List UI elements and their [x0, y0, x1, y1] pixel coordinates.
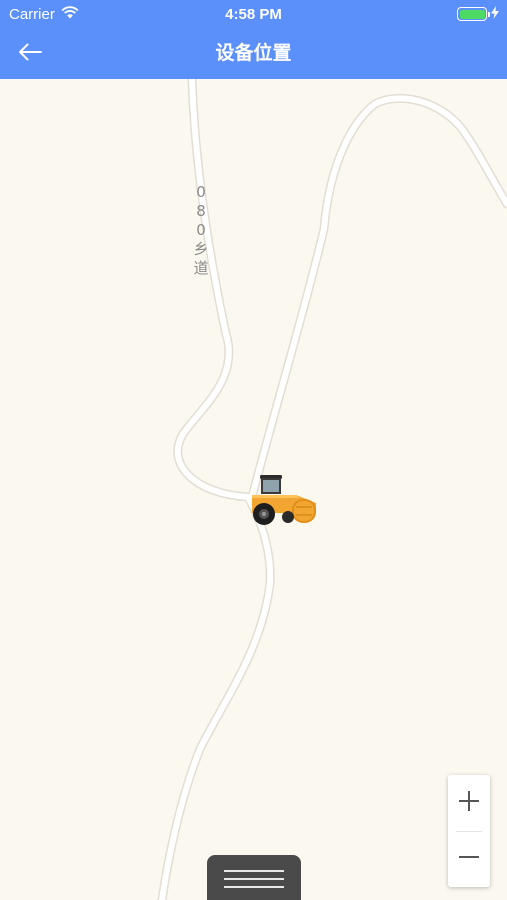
- plus-icon: [458, 790, 480, 817]
- minus-icon: [458, 846, 480, 873]
- road-label-char: 乡: [193, 240, 209, 258]
- battery-level: [459, 9, 485, 19]
- zoom-control: [448, 775, 490, 887]
- wifi-icon: [61, 5, 79, 23]
- road-label-char: 道: [193, 259, 209, 277]
- zoom-in-button[interactable]: [448, 775, 490, 831]
- zoom-out-button[interactable]: [448, 831, 490, 887]
- road-label: 0 8 0 乡 道: [191, 183, 211, 278]
- road-north: [247, 93, 507, 502]
- road-label-char: 0: [196, 221, 206, 239]
- status-bar: Carrier 4:58 PM: [0, 0, 507, 28]
- charging-bolt-icon: [491, 5, 499, 23]
- menu-line: [224, 869, 284, 872]
- status-left: Carrier: [9, 6, 79, 23]
- status-right: [457, 5, 499, 23]
- page-title: 设备位置: [215, 42, 292, 64]
- road-label-char: 8: [196, 202, 206, 220]
- menu-line: [224, 877, 284, 880]
- menu-line: [224, 885, 284, 888]
- back-button[interactable]: [10, 36, 50, 72]
- battery-icon: [457, 7, 490, 21]
- road-roller-icon: [252, 475, 316, 525]
- road-label-char: 0: [196, 183, 206, 201]
- back-arrow-icon: [18, 43, 42, 66]
- equipment-marker[interactable]: [244, 473, 318, 527]
- carrier-label: Carrier: [9, 5, 55, 23]
- navigation-bar: 设备位置: [0, 28, 507, 79]
- map-view[interactable]: 0 8 0 乡 道: [0, 79, 507, 900]
- drawer-handle-button[interactable]: [207, 855, 301, 900]
